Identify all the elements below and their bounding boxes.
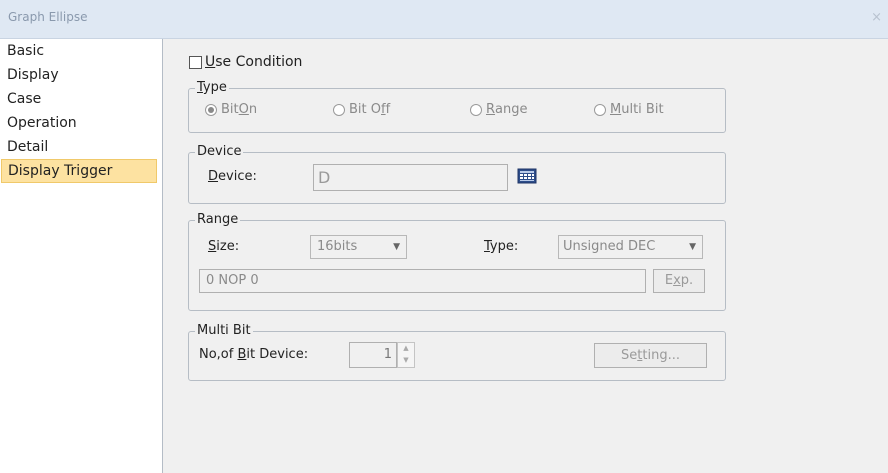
sidebar-item-display-trigger[interactable]: Display Trigger [1, 159, 157, 183]
window-title: Graph Ellipse [8, 10, 88, 24]
stepper-up-icon[interactable]: ▲ [398, 343, 414, 355]
bit-device-count-label: No,of Bit Device: [199, 347, 309, 362]
sidebar-item-basic[interactable]: Basic [0, 39, 162, 63]
device-group-label: Device [195, 144, 244, 160]
sidebar-item-operation[interactable]: Operation [0, 111, 162, 135]
type-group: Type Bit On Bit Off Range Multi Bit [188, 80, 726, 133]
radio-multi-bit[interactable]: Multi Bit [594, 102, 664, 117]
device-input[interactable]: D [313, 164, 508, 191]
radio-dot [205, 103, 217, 116]
chevron-down-icon: ▼ [689, 242, 696, 252]
device-browse-icon[interactable] [517, 166, 537, 186]
category-list: Basic Display Case Operation Detail Disp… [0, 39, 163, 473]
range-group: Range Size: 16bits ▼ Type: Unsigned DEC ▼ … [188, 212, 726, 311]
stepper-down-icon[interactable]: ▼ [398, 355, 414, 367]
multi-bit-group-label: Multi Bit [195, 323, 253, 339]
sidebar-item-detail[interactable]: Detail [0, 135, 162, 159]
chevron-down-icon: ▼ [393, 242, 400, 252]
bit-device-count-input[interactable]: 1 [349, 342, 397, 368]
radio-dot [594, 103, 606, 116]
size-label: Size: [208, 239, 240, 254]
checkbox-box[interactable] [189, 55, 202, 69]
range-type-select[interactable]: Unsigned DEC ▼ [558, 235, 703, 259]
range-expression-field[interactable]: 0 NOP 0 [199, 269, 646, 293]
sidebar-item-case[interactable]: Case [0, 87, 162, 111]
radio-bit-off[interactable]: Bit Off [333, 102, 390, 117]
bit-device-count-stepper[interactable]: ▲ ▼ [397, 342, 415, 368]
device-group: Device Device: D [188, 144, 726, 204]
exp-button[interactable]: Exp. [653, 269, 705, 293]
use-condition-label: Use Condition [205, 54, 303, 70]
device-field-label: Device: [208, 169, 257, 184]
radio-dot [333, 103, 345, 116]
close-icon[interactable]: × [871, 10, 882, 25]
radio-dot [470, 103, 482, 116]
size-select[interactable]: 16bits ▼ [310, 235, 407, 259]
setting-button[interactable]: Setting... [594, 343, 707, 368]
range-group-label: Range [195, 212, 241, 228]
radio-range[interactable]: Range [470, 102, 528, 117]
use-condition-checkbox[interactable]: Use Condition [189, 54, 302, 70]
multi-bit-group: Multi Bit No,of Bit Device: 1 ▲ ▼ Settin… [188, 323, 726, 381]
range-type-label: Type: [484, 239, 519, 254]
title-bar: Graph Ellipse × [0, 0, 888, 39]
sidebar-item-display[interactable]: Display [0, 63, 162, 87]
radio-bit-on[interactable]: Bit On [205, 102, 257, 117]
type-group-label: Type [195, 80, 229, 96]
settings-panel: Use Condition Type Bit On Bit Off Range … [163, 39, 888, 473]
